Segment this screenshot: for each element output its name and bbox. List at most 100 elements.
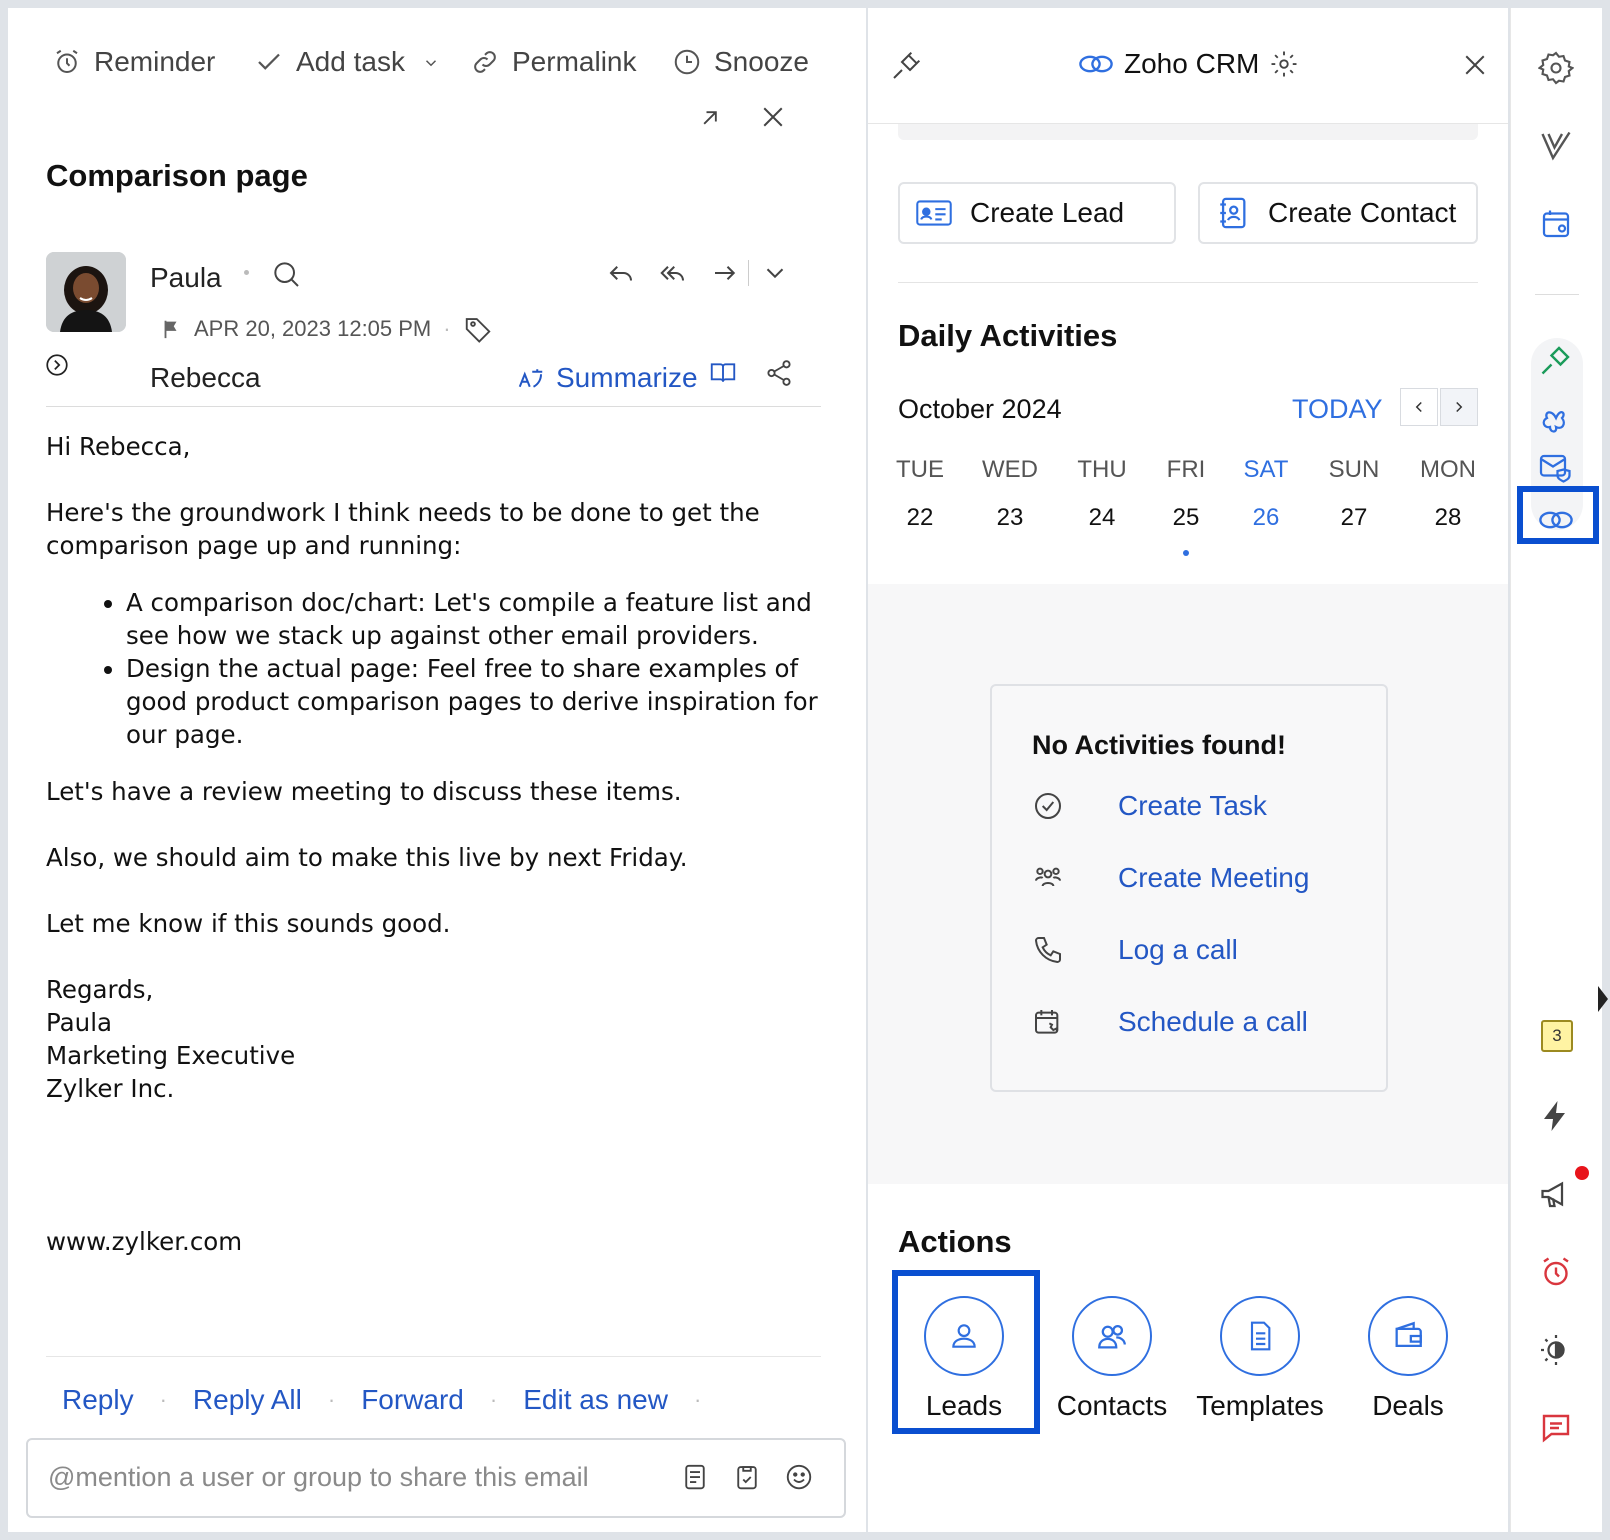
templates-action[interactable]: Templates	[1186, 1296, 1334, 1422]
reading-view-button[interactable]	[708, 358, 738, 388]
reply-link[interactable]: Reply	[62, 1384, 134, 1416]
separator-dot: ·	[327, 1387, 336, 1412]
mention-input[interactable]: @mention a user or group to share this e…	[26, 1438, 846, 1518]
day-name: MON	[1420, 456, 1476, 483]
more-actions-dropdown[interactable]	[760, 258, 790, 288]
sender-name[interactable]: Paula	[150, 262, 222, 294]
create-meeting-link[interactable]: Create Meeting	[1118, 862, 1309, 894]
create-meeting-row[interactable]: Create Meeting	[1032, 862, 1309, 894]
add-task-dropdown[interactable]	[422, 54, 440, 72]
contacts-action[interactable]: Contacts	[1038, 1296, 1186, 1422]
create-task-row[interactable]: Create Task	[1032, 790, 1267, 822]
log-call-link[interactable]: Log a call	[1118, 934, 1238, 966]
day-name: THU	[1077, 456, 1127, 483]
chat-icon[interactable]	[1538, 1410, 1574, 1446]
mail-shield-icon[interactable]	[1538, 450, 1574, 486]
check-v-icon[interactable]	[1538, 128, 1574, 164]
close-crm-button[interactable]	[1460, 50, 1490, 80]
section-divider	[898, 282, 1478, 283]
megaphone-icon[interactable]	[1538, 1176, 1574, 1212]
edit-as-new-link[interactable]: Edit as new	[523, 1384, 668, 1416]
reply-all-icon	[660, 266, 684, 281]
create-task-link[interactable]: Create Task	[1118, 790, 1267, 822]
chevron-left-icon	[1415, 401, 1422, 413]
calendar-day-selected[interactable]: SAT 26	[1226, 456, 1306, 532]
templates-circle	[1220, 1296, 1300, 1376]
create-contact-button[interactable]: Create Contact	[1198, 182, 1478, 244]
check-circle-icon	[1035, 793, 1061, 819]
reply-all-link[interactable]: Reply All	[193, 1384, 302, 1416]
gear-icon[interactable]	[1538, 50, 1574, 86]
calendar-day[interactable]: MON 28	[1408, 456, 1488, 532]
calendar-app-icon[interactable]	[1538, 206, 1574, 242]
wallet-icon	[1395, 1321, 1422, 1348]
next-week-button[interactable]	[1440, 388, 1478, 426]
forward-link[interactable]: Forward	[361, 1384, 464, 1416]
log-call-row[interactable]: Log a call	[1032, 934, 1238, 966]
day-number: 23	[996, 504, 1024, 531]
expand-recipients-button[interactable]	[44, 352, 70, 378]
calendar-day[interactable]: FRI 25	[1146, 456, 1226, 532]
reminder-button[interactable]: Reminder	[52, 46, 215, 78]
event-dot	[1183, 550, 1189, 556]
deals-action[interactable]: Deals	[1334, 1296, 1482, 1422]
notes-badge-icon[interactable]: 3	[1541, 1020, 1573, 1052]
lightning-icon[interactable]	[1538, 1098, 1574, 1134]
close-icon	[1465, 55, 1485, 75]
recipient-name[interactable]: Rebecca	[150, 362, 261, 394]
plugin-button[interactable]	[890, 50, 922, 82]
popout-button[interactable]	[696, 104, 724, 132]
avatar[interactable]	[46, 252, 126, 332]
schedule-call-row[interactable]: Schedule a call	[1032, 1006, 1308, 1038]
schedule-call-link[interactable]: Schedule a call	[1118, 1006, 1308, 1038]
greeting: Hi Rebecca,	[46, 432, 191, 461]
checkmark-icon	[258, 53, 280, 70]
summarize-label: Summarize	[556, 362, 698, 393]
calendar-day[interactable]: THU 24	[1062, 456, 1142, 532]
search-icon	[274, 262, 299, 287]
clover-icon[interactable]	[1538, 400, 1574, 436]
separator-dot: ·	[489, 1387, 498, 1412]
summarize-button[interactable]: Summarize	[516, 362, 698, 394]
list-item: Design the actual page: Feel free to sha…	[126, 652, 826, 751]
add-task-button[interactable]: Add task	[254, 46, 405, 78]
close-mail-button[interactable]	[758, 102, 788, 132]
create-contact-label: Create Contact	[1268, 197, 1457, 228]
separator-dot	[244, 270, 249, 275]
calendar-day[interactable]: TUE 22	[880, 456, 960, 532]
reply-icon-button[interactable]	[606, 258, 636, 288]
alarm-clock-icon[interactable]	[1538, 1254, 1574, 1290]
calendar-day[interactable]: SUN 27	[1314, 456, 1394, 532]
website-link[interactable]: www.zylker.com	[46, 1225, 826, 1258]
mention-placeholder: @mention a user or group to share this e…	[48, 1462, 589, 1492]
plug-icon[interactable]	[1538, 342, 1574, 378]
search-sender-button[interactable]	[270, 258, 302, 290]
day-name: SUN	[1328, 456, 1380, 483]
add-task-label: Add task	[296, 46, 405, 77]
share-button[interactable]	[764, 358, 794, 388]
day-name: WED	[982, 456, 1038, 483]
today-button[interactable]: TODAY	[1292, 394, 1383, 425]
clipboard-check-icon[interactable]	[732, 1462, 762, 1492]
flag-icon[interactable]	[160, 317, 182, 341]
crm-panel: Zoho CRM Create Lead Create Contact Dail…	[868, 8, 1508, 1532]
permalink-button[interactable]: Permalink	[470, 46, 636, 78]
collapse-arrow-icon[interactable]	[1598, 986, 1608, 1012]
day-name: FRI	[1166, 456, 1206, 483]
email-subject: Comparison page	[46, 158, 308, 193]
prev-week-button[interactable]	[1400, 388, 1438, 426]
snooze-button[interactable]: Snooze	[672, 46, 809, 78]
date-row: APR 20, 2023 12:05 PM ·	[160, 314, 493, 344]
calendar-day[interactable]: WED 23	[970, 456, 1050, 532]
gear-icon[interactable]	[1269, 49, 1299, 79]
create-lead-button[interactable]: Create Lead	[898, 182, 1176, 244]
tag-icon[interactable]	[463, 314, 493, 344]
theme-toggle-icon[interactable]	[1538, 1332, 1574, 1368]
notes-icon[interactable]	[680, 1462, 710, 1492]
crm-title: Zoho CRM	[1078, 48, 1299, 80]
templates-label: Templates	[1196, 1390, 1324, 1421]
forward-icon-button[interactable]	[710, 258, 740, 288]
reply-all-icon-button[interactable]	[658, 258, 688, 288]
emoji-icon[interactable]	[784, 1462, 814, 1492]
scroll-shadow	[898, 124, 1478, 140]
